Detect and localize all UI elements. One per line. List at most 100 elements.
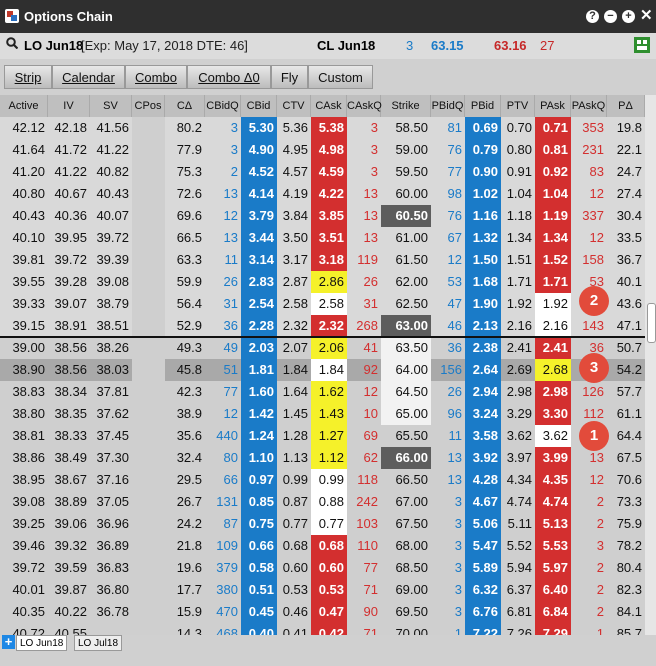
cell-p-bid-qty[interactable]: 156: [431, 359, 465, 381]
cell-p-tv[interactable]: 1.34: [501, 227, 535, 249]
cell-c-bid-qty[interactable]: 2: [205, 161, 241, 183]
vertical-scrollbar[interactable]: [645, 95, 656, 635]
cell-c-bid[interactable]: 1.81: [241, 359, 277, 381]
cell-active[interactable]: 40.43: [0, 205, 48, 227]
table-row[interactable]: 38.83 38.34 37.81 42.3 77 1.60 1.64 1.62 12 64.50…: [0, 381, 645, 403]
cell-c-delta[interactable]: 14.3: [165, 623, 205, 635]
cell-sv[interactable]: 36.78: [90, 601, 132, 623]
cell-strike[interactable]: 67.00: [381, 491, 431, 513]
cell-strike[interactable]: 64.50: [381, 381, 431, 403]
cell-c-delta[interactable]: 24.2: [165, 513, 205, 535]
cell-active[interactable]: 38.80: [0, 403, 48, 425]
cell-sv[interactable]: 39.72: [90, 227, 132, 249]
cell-c-bid-qty[interactable]: 468: [205, 623, 241, 635]
cell-p-tv[interactable]: 6.81: [501, 601, 535, 623]
cell-c-tv[interactable]: 0.87: [277, 491, 311, 513]
cell-iv[interactable]: 39.87: [48, 579, 90, 601]
cell-c-bid[interactable]: 4.90: [241, 139, 277, 161]
cell-p-bid-qty[interactable]: 3: [431, 535, 465, 557]
cell-sv[interactable]: 37.81: [90, 381, 132, 403]
cell-p-ask[interactable]: 3.99: [535, 447, 571, 469]
cell-p-bid[interactable]: 1.90: [465, 293, 501, 315]
cell-iv[interactable]: 38.34: [48, 381, 90, 403]
cell-c-bid[interactable]: 0.97: [241, 469, 277, 491]
cell-c-ask[interactable]: 5.38: [311, 117, 347, 139]
cell-strike[interactable]: 66.00: [381, 447, 431, 469]
cell-c-bid-qty[interactable]: 13: [205, 227, 241, 249]
cell-c-bid-qty[interactable]: 3: [205, 139, 241, 161]
cell-strike[interactable]: 63.50: [381, 337, 431, 359]
cell-p-bid[interactable]: 2.64: [465, 359, 501, 381]
table-row[interactable]: 39.81 39.72 39.39 63.3 11 3.14 3.17 3.18 119 61.5…: [0, 249, 645, 271]
cell-c-bid[interactable]: 2.28: [241, 315, 277, 337]
cell-p-ask-qty[interactable]: 83: [571, 161, 607, 183]
cell-cpos[interactable]: [132, 205, 165, 227]
cell-c-delta[interactable]: 15.9: [165, 601, 205, 623]
cell-p-ask[interactable]: 4.74: [535, 491, 571, 513]
cell-active[interactable]: 40.01: [0, 579, 48, 601]
cell-strike[interactable]: 61.00: [381, 227, 431, 249]
cell-c-tv[interactable]: 1.28: [277, 425, 311, 447]
cell-strike[interactable]: 62.00: [381, 271, 431, 293]
cell-active[interactable]: 41.20: [0, 161, 48, 183]
cell-p-bid-qty[interactable]: 53: [431, 271, 465, 293]
cell-strike[interactable]: 61.50: [381, 249, 431, 271]
cell-c-delta[interactable]: 32.4: [165, 447, 205, 469]
cell-p-delta[interactable]: 57.7: [607, 381, 645, 403]
cell-p-delta[interactable]: 54.2: [607, 359, 645, 381]
table-row[interactable]: 39.15 38.91 38.51 52.9 36 2.28 2.32 2.32 268 63.0…: [0, 315, 645, 337]
cell-iv[interactable]: 39.07: [48, 293, 90, 315]
cell-p-tv[interactable]: 1.51: [501, 249, 535, 271]
cell-active[interactable]: 39.08: [0, 491, 48, 513]
cell-p-ask[interactable]: 1.04: [535, 183, 571, 205]
cell-sv[interactable]: 38.26: [90, 337, 132, 359]
cell-p-delta[interactable]: 84.1: [607, 601, 645, 623]
cell-cpos[interactable]: [132, 513, 165, 535]
table-row[interactable]: 39.55 39.28 39.08 59.9 26 2.83 2.87 2.86 26 62.00…: [0, 271, 645, 293]
cell-p-ask[interactable]: 1.34: [535, 227, 571, 249]
tab-combo[interactable]: Combo: [125, 65, 187, 89]
cell-cpos[interactable]: [132, 601, 165, 623]
cell-active[interactable]: 40.35: [0, 601, 48, 623]
cell-active[interactable]: 39.72: [0, 557, 48, 579]
cell-active[interactable]: 38.90: [0, 359, 48, 381]
column-header-c-ask[interactable]: CAsk: [311, 95, 347, 117]
cell-c-ask-qty[interactable]: 13: [347, 205, 381, 227]
contract-symbol[interactable]: LO Jun18: [24, 38, 83, 53]
cell-p-ask-qty[interactable]: 337: [571, 205, 607, 227]
cell-p-bid[interactable]: 0.90: [465, 161, 501, 183]
cell-c-bid-qty[interactable]: 36: [205, 315, 241, 337]
table-row[interactable]: 41.64 41.72 41.22 77.9 3 4.90 4.95 4.98 3 59.00 76…: [0, 139, 645, 161]
cell-c-bid[interactable]: 5.30: [241, 117, 277, 139]
cell-c-bid[interactable]: 4.14: [241, 183, 277, 205]
cell-p-bid[interactable]: 3.24: [465, 403, 501, 425]
cell-c-ask[interactable]: 1.43: [311, 403, 347, 425]
cell-p-ask-qty[interactable]: 126: [571, 381, 607, 403]
cell-sv[interactable]: 40.07: [90, 205, 132, 227]
cell-p-bid-qty[interactable]: 47: [431, 293, 465, 315]
cell-cpos[interactable]: [132, 403, 165, 425]
cell-active[interactable]: 38.86: [0, 447, 48, 469]
cell-c-ask[interactable]: 0.77: [311, 513, 347, 535]
cell-iv[interactable]: 38.56: [48, 359, 90, 381]
cell-c-delta[interactable]: 45.8: [165, 359, 205, 381]
cell-c-ask[interactable]: 4.59: [311, 161, 347, 183]
cell-c-ask-qty[interactable]: 12: [347, 381, 381, 403]
cell-sv[interactable]: 38.51: [90, 315, 132, 337]
cell-p-bid[interactable]: 1.68: [465, 271, 501, 293]
cell-p-tv[interactable]: 2.41: [501, 337, 535, 359]
cell-p-tv[interactable]: 0.70: [501, 117, 535, 139]
cell-c-ask[interactable]: 1.27: [311, 425, 347, 447]
cell-c-delta[interactable]: 29.5: [165, 469, 205, 491]
cell-c-delta[interactable]: 17.7: [165, 579, 205, 601]
column-header-c-ask-qty[interactable]: CAskQ: [347, 95, 382, 117]
scrollbar-thumb[interactable]: [647, 303, 656, 343]
add-tab-button[interactable]: +: [2, 635, 15, 649]
cell-cpos[interactable]: [132, 293, 165, 315]
cell-c-ask-qty[interactable]: 90: [347, 601, 381, 623]
cell-c-bid-qty[interactable]: 12: [205, 403, 241, 425]
cell-c-bid[interactable]: 0.66: [241, 535, 277, 557]
cell-p-ask-qty[interactable]: 231: [571, 139, 607, 161]
cell-p-delta[interactable]: 73.3: [607, 491, 645, 513]
cell-p-tv[interactable]: 3.62: [501, 425, 535, 447]
